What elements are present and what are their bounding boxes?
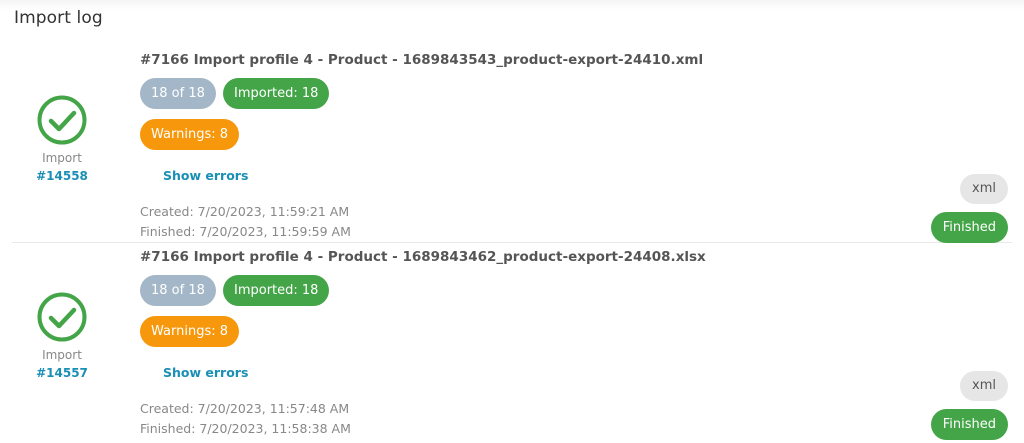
import-badges: 18 of 18 Imported: 18 — [140, 275, 900, 307]
import-id-link[interactable]: #14557 — [36, 364, 88, 382]
import-badges: 18 of 18 Imported: 18 — [140, 78, 900, 110]
import-dates: Created: 7/20/2023, 11:59:21 AM Finished… — [140, 202, 900, 242]
finished-timestamp: Finished: 7/20/2023, 11:58:38 AM — [140, 421, 351, 436]
file-type-badge: xml — [960, 174, 1008, 204]
imported-badge: Imported: 18 — [222, 275, 330, 306]
check-circle-icon — [37, 292, 87, 342]
import-status-column: Import #14557 — [12, 291, 112, 382]
status-badge: Finished — [930, 212, 1008, 243]
file-type-badge: xml — [960, 371, 1008, 401]
show-errors-link[interactable]: Show errors — [163, 365, 248, 381]
page-title: Import log — [14, 8, 103, 28]
import-log-page: Import log Import #14558 #7166 Import pr… — [0, 0, 1024, 443]
import-title: #7166 Import profile 4 - Product - 16898… — [140, 52, 704, 68]
import-entry: Import #14557 #7166 Import profile 4 - P… — [12, 243, 1012, 440]
import-label: Import — [42, 348, 82, 362]
warnings-row: Warnings: 8 — [140, 316, 900, 348]
progress-badge: 18 of 18 — [140, 78, 216, 109]
warnings-row: Warnings: 8 — [140, 119, 900, 151]
created-timestamp: Created: 7/20/2023, 11:57:48 AM — [140, 401, 350, 416]
import-details: #7166 Import profile 4 - Product - 16898… — [140, 243, 900, 439]
import-title: #7166 Import profile 4 - Product - 16898… — [140, 249, 706, 265]
imported-badge: Imported: 18 — [222, 78, 330, 109]
show-errors-link[interactable]: Show errors — [163, 168, 248, 184]
import-id-link[interactable]: #14558 — [36, 167, 88, 185]
import-dates: Created: 7/20/2023, 11:57:48 AM Finished… — [140, 399, 900, 439]
check-circle-icon — [37, 95, 87, 145]
finished-timestamp: Finished: 7/20/2023, 11:59:59 AM — [140, 224, 351, 239]
import-entry: Import #14558 #7166 Import profile 4 - P… — [12, 46, 1012, 243]
warnings-badge: Warnings: 8 — [140, 119, 240, 150]
progress-badge: 18 of 18 — [140, 275, 216, 306]
import-label: Import — [42, 151, 82, 165]
status-badge: Finished — [930, 409, 1008, 440]
import-details: #7166 Import profile 4 - Product - 16898… — [140, 46, 900, 242]
import-meta-column: xml Finished — [918, 174, 1008, 243]
warnings-badge: Warnings: 8 — [140, 316, 240, 347]
import-meta-column: xml Finished — [918, 371, 1008, 440]
created-timestamp: Created: 7/20/2023, 11:59:21 AM — [140, 204, 350, 219]
import-status-column: Import #14558 — [12, 94, 112, 185]
